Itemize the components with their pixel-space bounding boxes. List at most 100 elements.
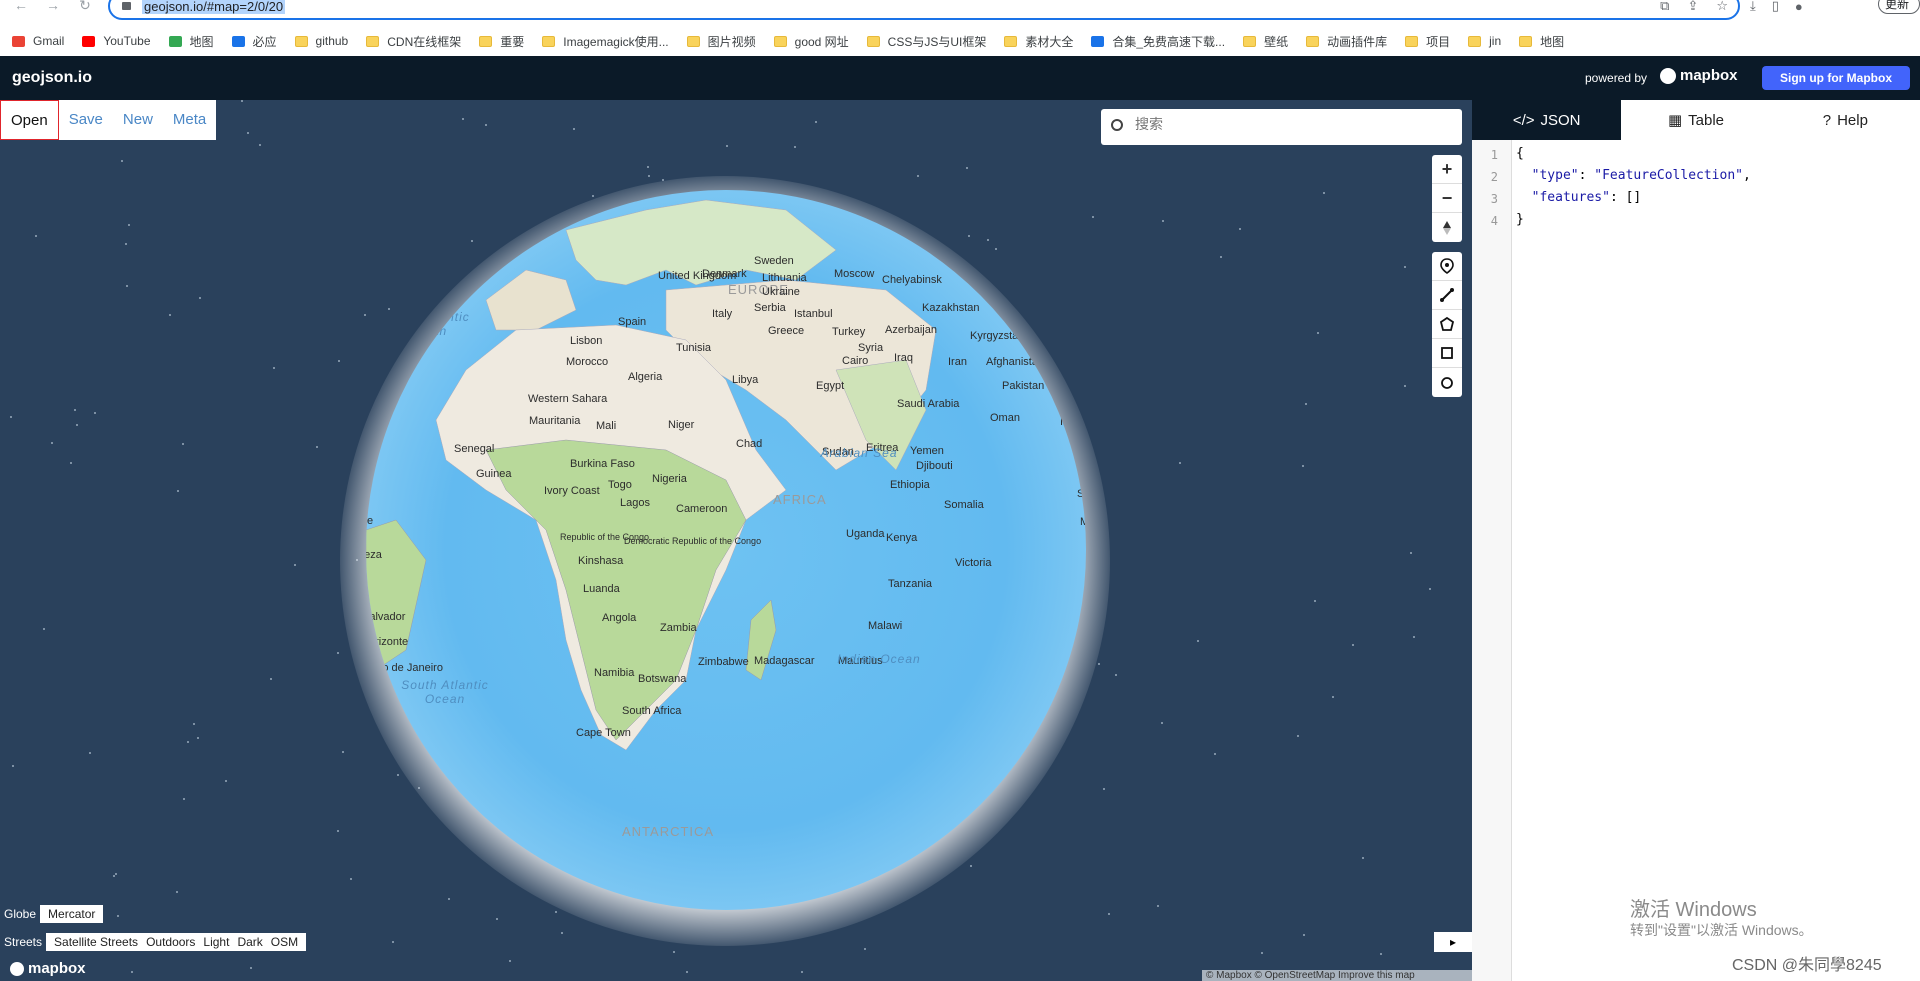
draw-polygon-button[interactable]	[1432, 310, 1462, 339]
url-text[interactable]: geojson.io/#map=2/0/20	[142, 0, 286, 14]
draw-line-button[interactable]	[1432, 281, 1462, 310]
background-star	[1197, 640, 1199, 642]
json-key: "type"	[1531, 168, 1579, 183]
bookmarks-bar: Gmail YouTube 地图 必应 github CDN在线框架 重要 Imagemagi…	[0, 26, 1920, 56]
background-star	[1352, 644, 1354, 646]
style-outdoors[interactable]: Outdoors	[142, 933, 199, 951]
bookmark-item[interactable]: YouTube	[82, 34, 151, 48]
reload-icon[interactable]: ↻	[74, 0, 96, 14]
code-line[interactable]: }	[1516, 212, 1524, 227]
background-star	[573, 128, 575, 130]
projection-globe[interactable]: Globe	[4, 907, 36, 921]
bookmark-label: 重要	[500, 34, 525, 49]
map-place-label: Morocco	[566, 356, 609, 368]
bookmark-item[interactable]: 项目	[1405, 33, 1450, 50]
bookmark-item[interactable]: 动画插件库	[1306, 33, 1387, 50]
bookmark-item[interactable]: Gmail	[12, 34, 64, 48]
bookmark-item[interactable]: 必应	[231, 33, 277, 50]
background-star	[1362, 857, 1364, 859]
style-light[interactable]: Light	[199, 933, 233, 951]
bookmark-item[interactable]: 图片视频	[686, 33, 756, 50]
bookmark-label: 素材大全	[1025, 34, 1074, 49]
json-editor[interactable]: 1 2 3 4 { "type": "FeatureCollection", "…	[1472, 140, 1920, 981]
gmail-icon	[12, 35, 25, 47]
style-osm[interactable]: OSM	[267, 933, 302, 951]
tab-table[interactable]: ▦ Table	[1621, 100, 1770, 140]
tab-help[interactable]: ? Help	[1771, 100, 1920, 140]
mapbox-header-logo[interactable]: mapbox	[1660, 67, 1738, 84]
download-icon[interactable]: ⤓	[1750, 0, 1756, 14]
update-button[interactable]: 更新	[1878, 0, 1920, 14]
code-line[interactable]: "features": []	[1516, 190, 1642, 205]
bookmark-star-icon[interactable]: ☆	[1716, 0, 1728, 14]
mapbox-icon	[1660, 67, 1676, 84]
map-attribution[interactable]: © Mapbox © OpenStreetMap Improve this ma…	[1202, 970, 1472, 981]
bookmark-item[interactable]: good 网址	[773, 33, 849, 50]
bookmark-item[interactable]: CSS与JS与UI框架	[866, 33, 986, 50]
bookmark-item[interactable]: github	[294, 34, 348, 48]
back-icon[interactable]: ←	[10, 0, 32, 14]
draw-rectangle-button[interactable]	[1432, 339, 1462, 368]
bookmark-item[interactable]: jin	[1468, 34, 1501, 48]
app-logo[interactable]: geojson.io	[12, 69, 92, 87]
compass-button[interactable]	[1432, 213, 1462, 242]
search-input[interactable]	[1135, 116, 1435, 132]
new-button[interactable]: New	[113, 100, 163, 140]
map-place-label: Kinshasa	[578, 555, 624, 567]
tab-table-label: Table	[1688, 111, 1725, 129]
map-canvas[interactable]: Sweden United Kingdom Denmark Lithuania Mosc…	[0, 100, 1472, 981]
link-icon	[1091, 35, 1105, 47]
bookmark-item[interactable]: CDN在线框架	[366, 33, 461, 50]
bookmark-item[interactable]: 素材大全	[1004, 33, 1073, 50]
share-icon[interactable]: ⇪	[1687, 0, 1698, 14]
address-bar[interactable]: geojson.io/#map=2/0/20 ⧉ ⇪ ☆	[108, 0, 1740, 20]
map-place-label: Algeria	[628, 371, 663, 383]
zoom-out-button[interactable]: −	[1432, 184, 1462, 213]
open-button[interactable]: Open	[0, 100, 59, 140]
background-star	[1323, 192, 1325, 194]
bookmark-item[interactable]: 地图	[1519, 33, 1564, 50]
bookmark-item[interactable]: 合集_免费高速下载...	[1091, 33, 1225, 50]
projection-mercator[interactable]: Mercator	[44, 905, 99, 923]
zoom-in-button[interactable]: +	[1432, 155, 1462, 184]
draw-circle-button[interactable]	[1432, 368, 1462, 397]
file-menu: Open Save New Meta	[0, 100, 217, 140]
globe[interactable]: Sweden United Kingdom Denmark Lithuania Mosc…	[366, 190, 1086, 910]
map-place-label: Senegal	[454, 443, 495, 455]
translate-icon[interactable]: ⧉	[1660, 0, 1669, 14]
background-star	[966, 167, 968, 169]
signup-button[interactable]: Sign up for Mapbox	[1762, 66, 1910, 90]
folder-icon	[1306, 35, 1320, 47]
folder-icon	[542, 35, 556, 47]
style-dark[interactable]: Dark	[233, 933, 266, 951]
mapbox-footer-text: mapbox	[28, 960, 86, 977]
code-line[interactable]: {	[1516, 146, 1524, 161]
profile-icon[interactable]: ●	[1795, 0, 1803, 14]
meta-button[interactable]: Meta	[163, 100, 216, 140]
save-button[interactable]: Save	[59, 100, 113, 140]
map-place-label: Cameroon	[676, 503, 728, 515]
mapbox-footer-logo[interactable]: mapbox	[10, 960, 86, 977]
map-ocean-label: North Atlantic Ocean	[384, 310, 470, 338]
code-line[interactable]: "type": "FeatureCollection",	[1516, 168, 1751, 183]
background-star	[815, 121, 817, 123]
style-satellite-streets[interactable]: Satellite Streets	[50, 933, 142, 951]
sidepanel-icon[interactable]: ▯	[1772, 0, 1779, 14]
style-streets[interactable]: Streets	[4, 935, 42, 949]
folder-icon	[479, 35, 493, 47]
background-star	[273, 367, 275, 369]
background-star	[316, 446, 318, 448]
collapse-panel-button[interactable]: ▸	[1434, 932, 1472, 952]
bookmark-item[interactable]: Imagemagick使用...	[542, 33, 669, 50]
background-star	[176, 891, 178, 893]
circle-icon	[1441, 376, 1453, 389]
map-place-label: Ivory Coast	[544, 485, 600, 497]
bookmark-item[interactable]: 壁纸	[1243, 33, 1288, 50]
bookmark-item[interactable]: 重要	[479, 33, 524, 50]
bookmark-label: jin	[1489, 34, 1502, 48]
tab-json[interactable]: </> JSON	[1472, 100, 1622, 140]
forward-icon[interactable]: →	[42, 0, 64, 14]
bookmark-item[interactable]: 地图	[168, 33, 214, 50]
map-place-label: Afghanistan	[986, 356, 1045, 368]
draw-point-button[interactable]	[1432, 252, 1462, 281]
